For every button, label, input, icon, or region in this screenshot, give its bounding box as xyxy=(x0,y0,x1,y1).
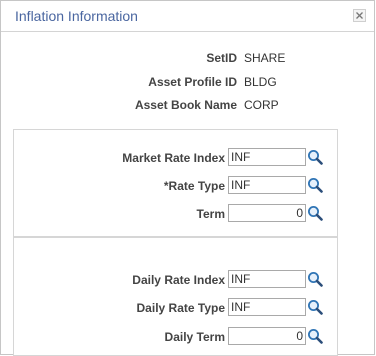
asset-profile-id-label: Asset Profile ID xyxy=(148,75,237,89)
daily-rate-type-label: Daily Rate Type xyxy=(136,301,225,315)
close-icon xyxy=(356,12,363,19)
daily-rate-index-row: Daily Rate Index xyxy=(14,270,337,290)
rate-type-row: *Rate Type xyxy=(14,176,337,196)
setid-row: SetID xyxy=(1,51,237,67)
setid-value: SHARE xyxy=(244,51,286,65)
magnifier-lookup-icon[interactable] xyxy=(307,328,323,344)
daily-rate-index-label: Daily Rate Index xyxy=(132,273,225,287)
daily-rate-group: Daily Rate Index Daily Rate Type Daily T… xyxy=(13,237,338,356)
rate-type-input[interactable] xyxy=(228,176,306,194)
asset-book-name-label: Asset Book Name xyxy=(134,98,237,112)
dialog-title: Inflation Information xyxy=(15,8,138,24)
term-label: Term xyxy=(196,207,225,221)
daily-rate-type-input[interactable] xyxy=(228,298,306,316)
daily-term-label: Daily Term xyxy=(164,330,225,344)
term-input[interactable] xyxy=(228,204,306,222)
asset-profile-id-row: Asset Profile ID xyxy=(1,75,237,91)
dialog-titlebar: Inflation Information xyxy=(1,1,374,32)
daily-term-input[interactable] xyxy=(228,327,306,345)
inflation-information-dialog: Inflation Information SetID SHARE Asset … xyxy=(0,0,375,356)
setid-label: SetID xyxy=(206,51,237,65)
asset-book-name-value: CORP xyxy=(244,98,279,112)
term-row: Term xyxy=(14,204,337,224)
asset-book-name-row: Asset Book Name xyxy=(1,98,237,114)
market-rate-index-label: Market Rate Index xyxy=(122,151,225,165)
daily-term-row: Daily Term xyxy=(14,327,337,347)
rate-type-label: *Rate Type xyxy=(163,179,225,193)
magnifier-lookup-icon[interactable] xyxy=(307,205,323,221)
market-rate-index-input[interactable] xyxy=(228,148,306,166)
magnifier-lookup-icon[interactable] xyxy=(307,299,323,315)
asset-profile-id-value: BLDG xyxy=(244,75,277,89)
market-rate-index-row: Market Rate Index xyxy=(14,148,337,168)
close-button[interactable] xyxy=(353,9,366,22)
magnifier-lookup-icon[interactable] xyxy=(307,177,323,193)
magnifier-lookup-icon[interactable] xyxy=(307,271,323,287)
daily-rate-type-row: Daily Rate Type xyxy=(14,298,337,318)
magnifier-lookup-icon[interactable] xyxy=(307,149,323,165)
daily-rate-index-input[interactable] xyxy=(228,270,306,288)
market-rate-group: Market Rate Index *Rate Type Term xyxy=(13,129,338,237)
